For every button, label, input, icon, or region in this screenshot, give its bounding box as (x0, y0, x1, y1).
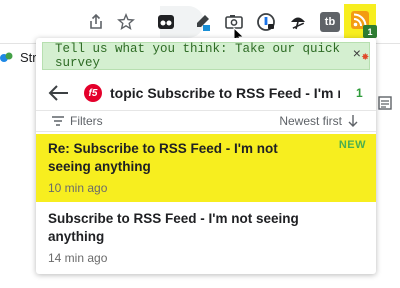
filters-label: Filters (70, 114, 103, 128)
back-arrow-icon[interactable] (48, 84, 70, 102)
new-badge: NEW (338, 139, 366, 151)
item-title: Re: Subscribe to RSS Feed - I'm not seei… (48, 141, 278, 174)
password-icon[interactable] (252, 8, 280, 36)
tb-icon[interactable]: tb (316, 8, 344, 36)
share-icon[interactable] (82, 8, 110, 36)
item-time: 14 min ago (48, 251, 108, 265)
tb-label: tb (320, 12, 340, 32)
topic-title: topic Subscribe to RSS Feed - I'm n... (110, 85, 340, 101)
item-title: Subscribe to RSS Feed - I'm not seeing a… (48, 211, 299, 244)
close-icon[interactable]: × (353, 47, 361, 63)
popup-header: f5 topic Subscribe to RSS Feed - I'm n..… (36, 76, 376, 110)
rss-popup: Tell us what you think: Take our quick s… (36, 38, 376, 274)
arrow-down-icon (348, 115, 358, 127)
item-count: 1 (356, 86, 363, 100)
sort-label: Newest first (279, 114, 342, 128)
f5-logo: f5 (84, 84, 102, 102)
list-item[interactable]: Re: Subscribe to RSS Feed - I'm not seei… (36, 134, 376, 202)
eyedropper-icon[interactable] (188, 8, 216, 36)
rss-badge: 1 (363, 25, 377, 38)
filter-icon (52, 116, 64, 126)
reading-list-icon[interactable] (378, 88, 400, 118)
survey-banner[interactable]: Tell us what you think: Take our quick s… (42, 42, 370, 70)
umbrella-icon[interactable] (284, 8, 312, 36)
star-icon[interactable] (112, 8, 140, 36)
sparkle-icon: ✸ (361, 50, 369, 64)
sort-button[interactable]: Newest first (279, 114, 358, 128)
item-time: 10 min ago (48, 181, 108, 195)
filters-button[interactable]: Filters (52, 114, 103, 128)
tab-ext-icon[interactable] (152, 8, 180, 36)
survey-text: Tell us what you think: Take our quick s… (55, 42, 341, 70)
filter-bar: Filters Newest first (36, 110, 376, 132)
bookmark-favicon-icon (0, 52, 13, 62)
list-item[interactable]: Subscribe to RSS Feed - I'm not seeing a… (36, 204, 376, 270)
